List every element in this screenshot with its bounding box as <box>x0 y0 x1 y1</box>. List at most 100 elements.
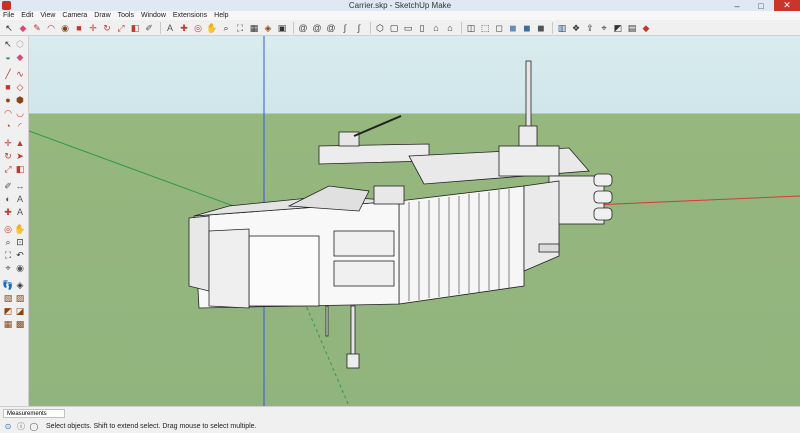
minimize-button[interactable]: – <box>726 0 748 11</box>
sandbox-2-icon[interactable]: ▨ <box>14 292 26 304</box>
textured-style-icon[interactable]: ◼ <box>521 22 533 34</box>
text-icon[interactable]: A <box>14 193 26 205</box>
zoom-extents-icon[interactable]: ⛶ <box>2 249 14 261</box>
zoom-tool-icon[interactable]: ⌕ <box>220 22 232 34</box>
menu-edit[interactable]: Edit <box>21 12 33 19</box>
select-tool-icon[interactable]: ↖ <box>2 38 14 50</box>
rotate-tool-icon[interactable]: ↻ <box>101 22 113 34</box>
circle-tool-icon[interactable]: ◉ <box>59 22 71 34</box>
select-tool-icon[interactable]: ↖ <box>3 22 15 34</box>
iso-view-icon[interactable]: ⬡ <box>374 22 386 34</box>
monochrome-style-icon[interactable]: ◼ <box>535 22 547 34</box>
arc-tool-icon[interactable]: ◠ <box>45 22 57 34</box>
sandbox-5-icon[interactable]: ▦ <box>2 318 14 330</box>
pushpull-icon[interactable]: ▲ <box>14 137 26 149</box>
axes-icon[interactable]: ✚ <box>2 206 14 218</box>
styles-icon[interactable]: ▣ <box>276 22 288 34</box>
paint-bucket-icon[interactable]: ◒ <box>2 51 14 63</box>
menu-view[interactable]: View <box>40 12 55 19</box>
polygon-icon[interactable]: ⬢ <box>14 94 26 106</box>
sandbox-4-icon[interactable]: ◪ <box>14 305 26 317</box>
xray-style-icon[interactable]: ◫ <box>465 22 477 34</box>
components-icon[interactable]: ▦ <box>248 22 260 34</box>
move-icon[interactable]: ✛ <box>2 137 14 149</box>
credits-icon[interactable]: ⓘ <box>16 421 26 431</box>
wireframe-style-icon[interactable]: ⬚ <box>479 22 491 34</box>
make-component-icon[interactable]: ⬡ <box>14 38 26 50</box>
rectangle-icon[interactable]: ■ <box>2 81 14 93</box>
ruby-icon[interactable]: ◆ <box>640 22 652 34</box>
sandbox-icon[interactable]: ▧ <box>2 292 14 304</box>
eraser-tool-icon[interactable]: ◆ <box>17 22 29 34</box>
zoom-window-icon[interactable]: ⊡ <box>14 236 26 248</box>
orbit-tool-icon[interactable]: ◎ <box>192 22 204 34</box>
curve-icon-2[interactable]: ∫ <box>353 22 365 34</box>
3d-viewport[interactable] <box>29 36 800 406</box>
geo-location-icon[interactable]: ⊙ <box>3 421 13 431</box>
warehouse-icon[interactable]: ▥ <box>556 22 568 34</box>
previous-view-icon[interactable]: ↶ <box>14 249 26 261</box>
share-icon[interactable]: ⇪ <box>584 22 596 34</box>
carrier-model[interactable] <box>188 60 613 369</box>
axes-tool-icon[interactable]: ✚ <box>178 22 190 34</box>
tape-measure-icon[interactable]: ✐ <box>143 22 155 34</box>
photo-icon[interactable]: ◩ <box>612 22 624 34</box>
sandbox-6-icon[interactable]: ▩ <box>14 318 26 330</box>
menu-help[interactable]: Help <box>214 12 228 19</box>
zoom-extents-icon[interactable]: ⛶ <box>234 22 246 34</box>
section-icon[interactable]: ◈ <box>14 279 26 291</box>
geo-icon[interactable]: ⌖ <box>598 22 610 34</box>
two-point-arc-icon[interactable]: ◡ <box>14 107 26 119</box>
close-button[interactable]: ✕ <box>774 0 800 11</box>
sandbox-3-icon[interactable]: ◩ <box>2 305 14 317</box>
line-tool-icon[interactable]: ✎ <box>31 22 43 34</box>
measurements-field[interactable]: Measurements <box>3 409 65 418</box>
text-tool-icon[interactable]: A <box>164 22 176 34</box>
materials-icon[interactable]: ◈ <box>262 22 274 34</box>
extension-icon[interactable]: ❖ <box>570 22 582 34</box>
offset-icon[interactable]: ◧ <box>14 163 26 175</box>
menu-extensions[interactable]: Extensions <box>173 12 207 19</box>
maximize-button[interactable]: □ <box>750 0 772 11</box>
right-view-icon[interactable]: ▯ <box>416 22 428 34</box>
position-camera-icon[interactable]: ⌖ <box>2 262 14 274</box>
move-tool-icon[interactable]: ✛ <box>87 22 99 34</box>
offset-tool-icon[interactable]: ◧ <box>129 22 141 34</box>
followme-icon[interactable]: ➤ <box>14 150 26 162</box>
pie-icon[interactable]: ◔ <box>2 120 14 132</box>
top-view-icon[interactable]: ▢ <box>388 22 400 34</box>
arc-icon[interactable]: ◠ <box>2 107 14 119</box>
model-canvas[interactable] <box>29 36 800 406</box>
menu-camera[interactable]: Camera <box>62 12 87 19</box>
menu-tools[interactable]: Tools <box>118 12 134 19</box>
hidden-line-style-icon[interactable]: ◻ <box>493 22 505 34</box>
zoom-icon[interactable]: ⌕ <box>2 236 14 248</box>
user-icon[interactable]: ◯ <box>29 421 39 431</box>
look-around-icon[interactable]: ◉ <box>14 262 26 274</box>
menu-window[interactable]: Window <box>141 12 166 19</box>
pan-tool-icon[interactable]: ✋ <box>206 22 218 34</box>
pan-icon[interactable]: ✋ <box>14 223 26 235</box>
menu-draw[interactable]: Draw <box>94 12 110 19</box>
eraser-icon[interactable]: ◆ <box>14 51 26 63</box>
line-icon[interactable]: ╱ <box>2 68 14 80</box>
curve-icon[interactable]: ∫ <box>339 22 351 34</box>
three-point-arc-icon[interactable]: ◜ <box>14 120 26 132</box>
back-view-icon[interactable]: ⌂ <box>430 22 442 34</box>
scale-tool-icon[interactable]: ⤢ <box>115 22 127 34</box>
scale-icon[interactable]: ⤢ <box>2 163 14 175</box>
rotate-icon[interactable]: ↻ <box>2 150 14 162</box>
spiral-icon[interactable]: @ <box>297 22 309 34</box>
spiral-icon-3[interactable]: @ <box>325 22 337 34</box>
menu-file[interactable]: File <box>3 12 14 19</box>
layout-icon[interactable]: ▤ <box>626 22 638 34</box>
front-view-icon[interactable]: ▭ <box>402 22 414 34</box>
spiral-icon-2[interactable]: @ <box>311 22 323 34</box>
walk-icon[interactable]: 👣 <box>2 279 14 291</box>
circle-icon[interactable]: ● <box>2 94 14 106</box>
dimension-icon[interactable]: ↔ <box>14 180 26 192</box>
3d-text-icon[interactable]: A <box>14 206 26 218</box>
shaded-style-icon[interactable]: ◼ <box>507 22 519 34</box>
freehand-icon[interactable]: ∿ <box>14 68 26 80</box>
rotated-rect-icon[interactable]: ◇ <box>14 81 26 93</box>
